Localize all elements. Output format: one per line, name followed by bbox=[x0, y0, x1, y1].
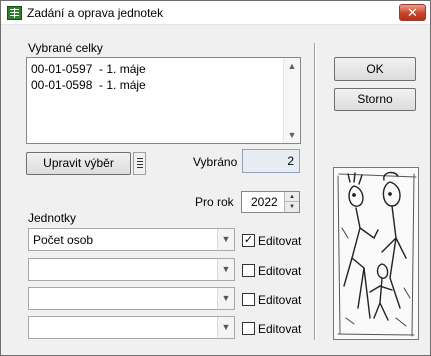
unit-select-1[interactable]: Počet osob ▼ bbox=[28, 228, 235, 251]
chevron-down-icon[interactable]: ▼ bbox=[217, 259, 234, 280]
selected-units-list[interactable]: 00-01-0597 - 1. máje 00-01-0598 - 1. máj… bbox=[26, 57, 301, 144]
chevron-down-icon[interactable]: ▼ bbox=[217, 229, 234, 250]
year-value[interactable]: 2022 bbox=[251, 195, 278, 209]
unit-select-4[interactable]: ▼ bbox=[28, 316, 235, 339]
close-button[interactable]: ✕ bbox=[399, 4, 426, 21]
title-bar[interactable]: Zadání a oprava jednotek ✕ bbox=[1, 1, 430, 25]
list-item[interactable]: 00-01-0598 - 1. máje bbox=[31, 78, 146, 92]
list-item[interactable]: 00-01-0597 - 1. máje bbox=[31, 62, 146, 76]
cancel-button[interactable]: Storno bbox=[334, 88, 416, 111]
list-scrollbar[interactable]: ▲ ▼ bbox=[283, 58, 300, 143]
selected-count-field: 2 bbox=[242, 149, 300, 173]
vertical-divider bbox=[314, 43, 316, 340]
chevron-down-icon[interactable]: ▼ bbox=[217, 288, 234, 309]
window-title: Zadání a oprava jednotek bbox=[27, 6, 164, 20]
edit-selection-button[interactable]: Upravit výběr bbox=[26, 152, 131, 175]
spin-down-icon[interactable]: ▼ bbox=[284, 202, 299, 212]
unit-select-2[interactable]: ▼ bbox=[28, 258, 235, 281]
edit-checkbox-4[interactable] bbox=[242, 322, 255, 335]
dialog-window: Zadání a oprava jednotek ✕ Vybrané celky… bbox=[0, 0, 431, 356]
illustration-drawing bbox=[337, 171, 417, 337]
spreadsheet-icon bbox=[7, 6, 22, 20]
edit-checkbox-3[interactable] bbox=[242, 293, 255, 306]
edit-checkbox-label[interactable]: Editovat bbox=[258, 234, 301, 248]
selected-units-label: Vybrané celky bbox=[28, 41, 103, 55]
ok-button[interactable]: OK bbox=[334, 57, 416, 81]
unit-select-value: Počet osob bbox=[33, 233, 94, 247]
list-menu-button[interactable] bbox=[133, 152, 146, 175]
year-spinner[interactable]: 2022 ▲ ▼ bbox=[241, 191, 300, 213]
decorative-illustration bbox=[333, 167, 419, 340]
year-label: Pro rok bbox=[195, 195, 234, 209]
chevron-down-icon[interactable]: ▼ bbox=[217, 317, 234, 338]
units-label: Jednotky bbox=[28, 211, 77, 225]
selected-count-label: Vybráno bbox=[193, 155, 238, 169]
scroll-down-icon[interactable]: ▼ bbox=[284, 127, 300, 143]
edit-checkbox-label[interactable]: Editovat bbox=[258, 264, 301, 278]
edit-checkbox-label[interactable]: Editovat bbox=[258, 293, 301, 307]
edit-checkbox-label[interactable]: Editovat bbox=[258, 322, 301, 336]
edit-checkbox-1[interactable]: ✓ bbox=[242, 234, 255, 247]
edit-checkbox-2[interactable] bbox=[242, 264, 255, 277]
scroll-up-icon[interactable]: ▲ bbox=[284, 58, 300, 74]
spin-up-icon[interactable]: ▲ bbox=[284, 192, 299, 202]
unit-select-3[interactable]: ▼ bbox=[28, 287, 235, 310]
